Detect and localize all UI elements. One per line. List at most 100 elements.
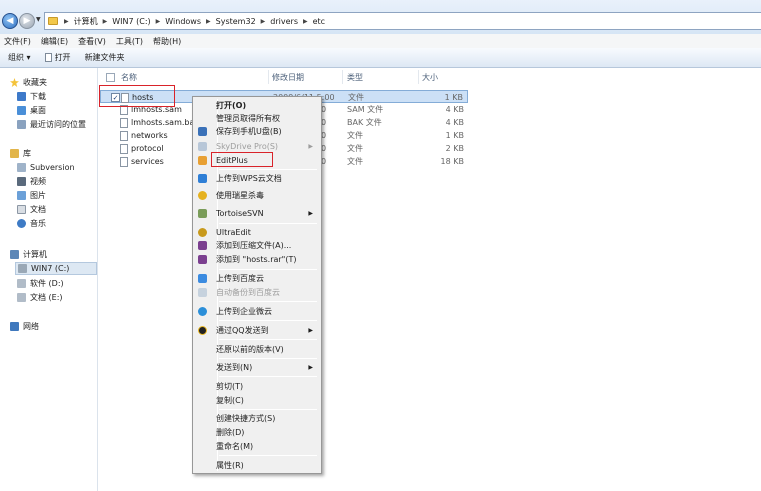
menu-separator <box>219 301 317 302</box>
organize-button[interactable]: 组织 ▾ <box>8 52 31 63</box>
submenu-arrow-icon: ▶ <box>308 327 313 334</box>
menu-item-upload-baidu[interactable]: 上传到百度云 <box>195 272 319 285</box>
nav-recent-label: 最近访问的位置 <box>30 120 86 129</box>
nav-network[interactable]: 网络 <box>10 320 39 333</box>
baidu-cloud-icon <box>198 288 207 297</box>
breadcrumb-windows[interactable]: Windows <box>162 17 204 26</box>
menu-item-antivirus[interactable]: 使用瑞星杀毒 <box>195 189 319 202</box>
file-size: 1 KB <box>445 131 464 140</box>
nav-videos[interactable]: 视频 <box>17 175 46 188</box>
menu-separator <box>219 409 317 410</box>
submenu-arrow-icon: ▶ <box>308 143 313 150</box>
menu-item-create-shortcut[interactable]: 创建快捷方式(S) <box>195 412 319 425</box>
download-icon <box>17 92 26 101</box>
menu-separator <box>219 320 317 321</box>
breadcrumb-drive-c[interactable]: WIN7 (C:) <box>109 17 153 26</box>
menu-tools[interactable]: 工具(T) <box>116 36 143 47</box>
address-bar: ◀ ▶ ▼ ▶ 计算机 ▶ WIN7 (C:) ▶ Windows ▶ Syst… <box>0 0 761 34</box>
chevron-right-icon[interactable]: ▶ <box>154 18 163 25</box>
back-button[interactable]: ◀ <box>2 13 18 29</box>
chevron-right-icon[interactable]: ▶ <box>101 18 110 25</box>
menu-item-open[interactable]: 打开(O) <box>195 99 319 112</box>
breadcrumb[interactable]: ▶ 计算机 ▶ WIN7 (C:) ▶ Windows ▶ System32 ▶… <box>44 12 761 30</box>
new-folder-label: 新建文件夹 <box>84 53 125 62</box>
file-name: services <box>131 157 164 166</box>
nav-pictures[interactable]: 图片 <box>17 189 46 202</box>
menu-edit[interactable]: 编辑(E) <box>41 36 68 47</box>
highlight-box-editplus <box>211 152 273 167</box>
menu-item-tortoisesvn[interactable]: TortoiseSVN ▶ <box>195 207 319 220</box>
menu-view[interactable]: 查看(V) <box>78 36 106 47</box>
nav-drive-d[interactable]: 软件 (D:) <box>17 277 64 290</box>
file-size: 4 KB <box>445 105 464 114</box>
nav-libraries[interactable]: 库 <box>10 147 31 160</box>
drive-icon <box>18 264 27 273</box>
file-name: networks <box>131 131 168 140</box>
nav-downloads-label: 下载 <box>30 92 46 101</box>
new-folder-button[interactable]: 新建文件夹 <box>85 52 125 63</box>
menu-item-save-to-phone[interactable]: 保存到手机U盘(B) <box>195 125 319 138</box>
menu-item-delete[interactable]: 删除(D) <box>195 426 319 439</box>
column-header-modified[interactable]: 修改日期 <box>272 70 304 84</box>
column-divider[interactable] <box>418 70 419 84</box>
menu-item-copy[interactable]: 复制(C) <box>195 394 319 407</box>
computer-icon <box>10 250 19 259</box>
column-header-size[interactable]: 大小 <box>422 70 438 84</box>
skydrive-icon <box>198 142 207 151</box>
menu-item-properties[interactable]: 属性(R) <box>195 459 319 472</box>
menu-item-upload-wps[interactable]: 上传到WPS云文档 <box>195 172 319 185</box>
nav-videos-label: 视频 <box>30 177 46 186</box>
menu-item-rename[interactable]: 重命名(M) <box>195 440 319 453</box>
chevron-right-icon[interactable]: ▶ <box>62 18 71 25</box>
phone-icon <box>198 127 207 136</box>
baidu-cloud-icon <box>198 274 207 283</box>
nav-drive-d-label: 软件 (D:) <box>30 279 64 288</box>
breadcrumb-system32[interactable]: System32 <box>213 17 259 26</box>
recent-places-icon <box>17 120 26 129</box>
column-header-type[interactable]: 类型 <box>347 70 363 84</box>
menu-help[interactable]: 帮助(H) <box>153 36 181 47</box>
nav-drive-e[interactable]: 文档 (E:) <box>17 291 63 304</box>
picture-icon <box>17 191 26 200</box>
menu-item-send-qq[interactable]: 通过QQ发送到 ▶ <box>195 324 319 337</box>
menu-item-restore-previous[interactable]: 还原以前的版本(V) <box>195 343 319 356</box>
menu-item-upload-weiyun[interactable]: 上传到企业微云 <box>195 305 319 318</box>
submenu-arrow-icon: ▶ <box>308 364 313 371</box>
nav-desktop[interactable]: 桌面 <box>17 104 46 117</box>
nav-subversion[interactable]: Subversion <box>17 161 75 174</box>
menu-item-send-to[interactable]: 发送到(N) ▶ <box>195 361 319 374</box>
nav-drive-e-label: 文档 (E:) <box>30 293 63 302</box>
column-divider[interactable] <box>342 70 343 84</box>
menu-item-auto-backup-baidu[interactable]: 自动备份到百度云 <box>195 286 319 299</box>
menu-item-add-archive[interactable]: 添加到压缩文件(A)... <box>195 239 319 252</box>
chevron-right-icon[interactable]: ▶ <box>259 18 268 25</box>
video-icon <box>17 177 26 186</box>
forward-button[interactable]: ▶ <box>19 13 35 29</box>
nav-downloads[interactable]: 下载 <box>17 90 46 103</box>
menu-file[interactable]: 文件(F) <box>4 36 31 47</box>
menu-item-take-ownership[interactable]: 管理员取得所有权 <box>195 112 319 125</box>
breadcrumb-computer[interactable]: 计算机 <box>71 16 101 27</box>
breadcrumb-etc[interactable]: etc <box>310 17 328 26</box>
column-divider[interactable] <box>268 70 269 84</box>
chevron-right-icon[interactable]: ▶ <box>204 18 213 25</box>
history-dropdown-icon[interactable]: ▼ <box>36 16 41 23</box>
menu-item-add-hosts-rar[interactable]: 添加到 "hosts.rar"(T) <box>195 253 319 266</box>
nav-computer[interactable]: 计算机 <box>10 248 47 261</box>
highlight-box-hosts <box>99 85 175 107</box>
column-type-label: 类型 <box>347 72 363 82</box>
breadcrumb-drivers[interactable]: drivers <box>267 17 301 26</box>
chevron-right-icon[interactable]: ▶ <box>301 18 310 25</box>
nav-recent[interactable]: 最近访问的位置 <box>17 118 86 131</box>
nav-documents[interactable]: 文档 <box>17 203 46 216</box>
column-header-name[interactable]: 名称 <box>121 70 137 84</box>
nav-music[interactable]: 音乐 <box>17 217 46 230</box>
open-button[interactable]: 打开 <box>44 52 71 63</box>
select-all-checkbox[interactable] <box>106 73 115 82</box>
nav-music-label: 音乐 <box>30 219 46 228</box>
nav-favorites[interactable]: 收藏夹 <box>10 76 47 89</box>
menu-item-ultraedit[interactable]: UltraEdit <box>195 226 319 239</box>
menu-item-cut[interactable]: 剪切(T) <box>195 380 319 393</box>
winrar-icon <box>198 241 207 250</box>
nav-drive-c[interactable]: WIN7 (C:) <box>15 262 97 275</box>
